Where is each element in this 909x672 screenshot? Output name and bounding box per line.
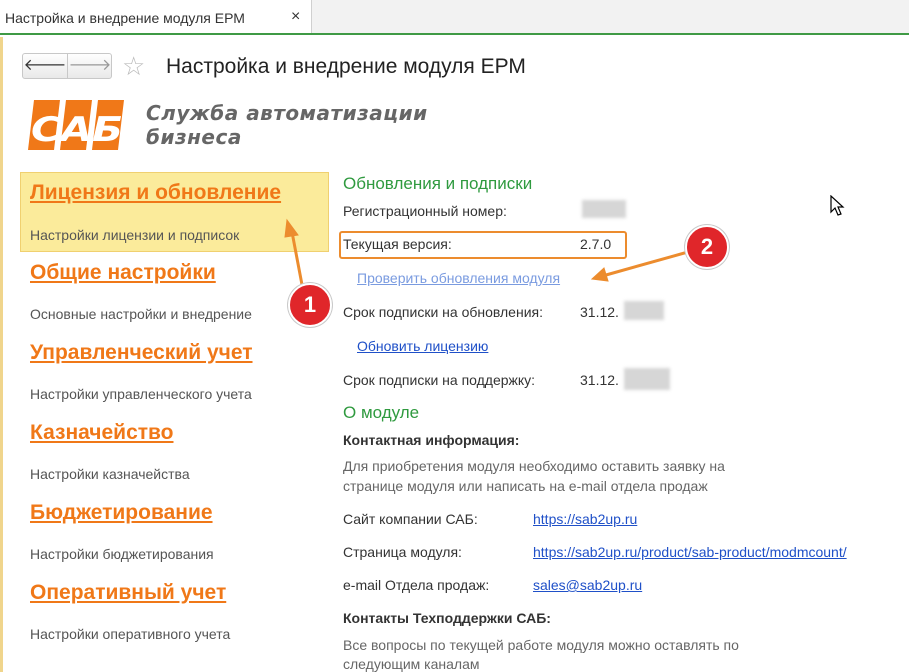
annotation-marker-2: 2 xyxy=(685,225,729,269)
annotation-marker-1: 1 xyxy=(288,283,332,327)
mouse-cursor-icon xyxy=(830,194,846,222)
annotation-arrows xyxy=(284,218,690,292)
